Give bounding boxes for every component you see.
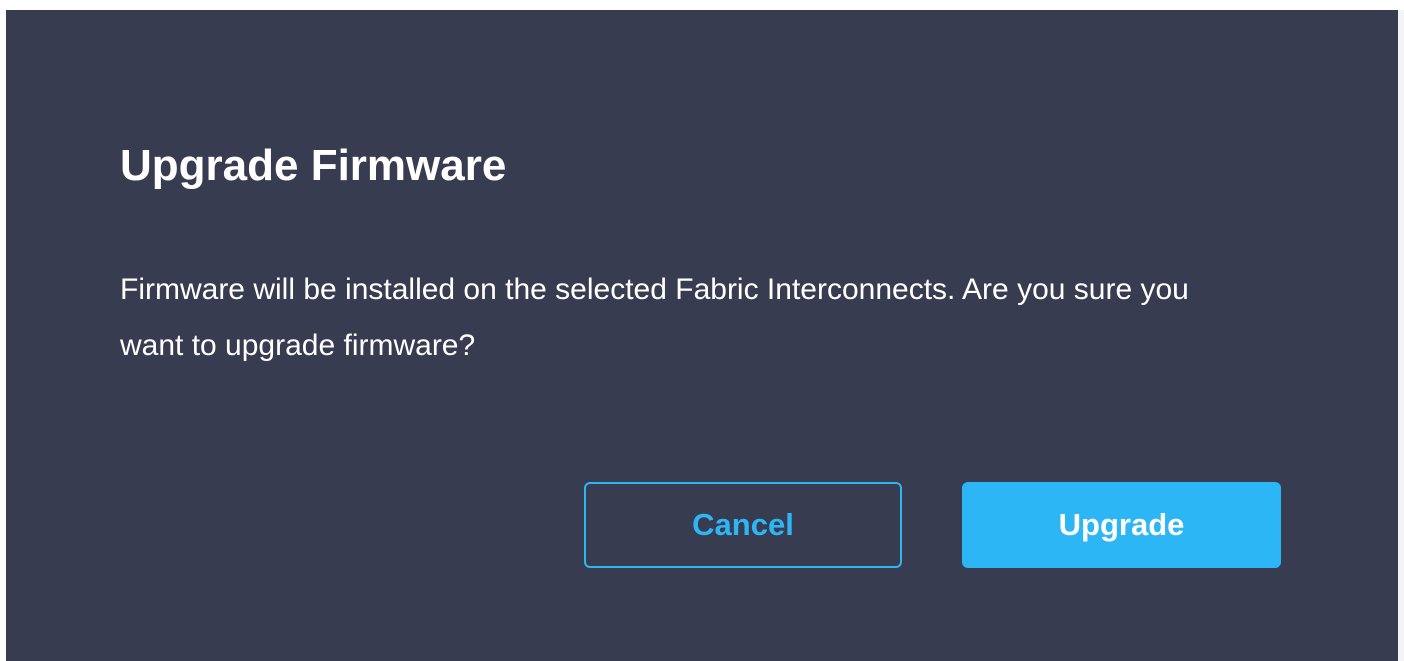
page: Upgrade Firmware Firmware will be instal… <box>0 0 1404 661</box>
upgrade-firmware-dialog: Upgrade Firmware Firmware will be instal… <box>6 10 1398 661</box>
cancel-button[interactable]: Cancel <box>584 482 902 568</box>
dialog-message: Firmware will be installed on the select… <box>120 273 1189 362</box>
upgrade-button[interactable]: Upgrade <box>962 482 1281 568</box>
dialog-title: Upgrade Firmware <box>120 141 507 190</box>
background-edge <box>1398 10 1404 661</box>
